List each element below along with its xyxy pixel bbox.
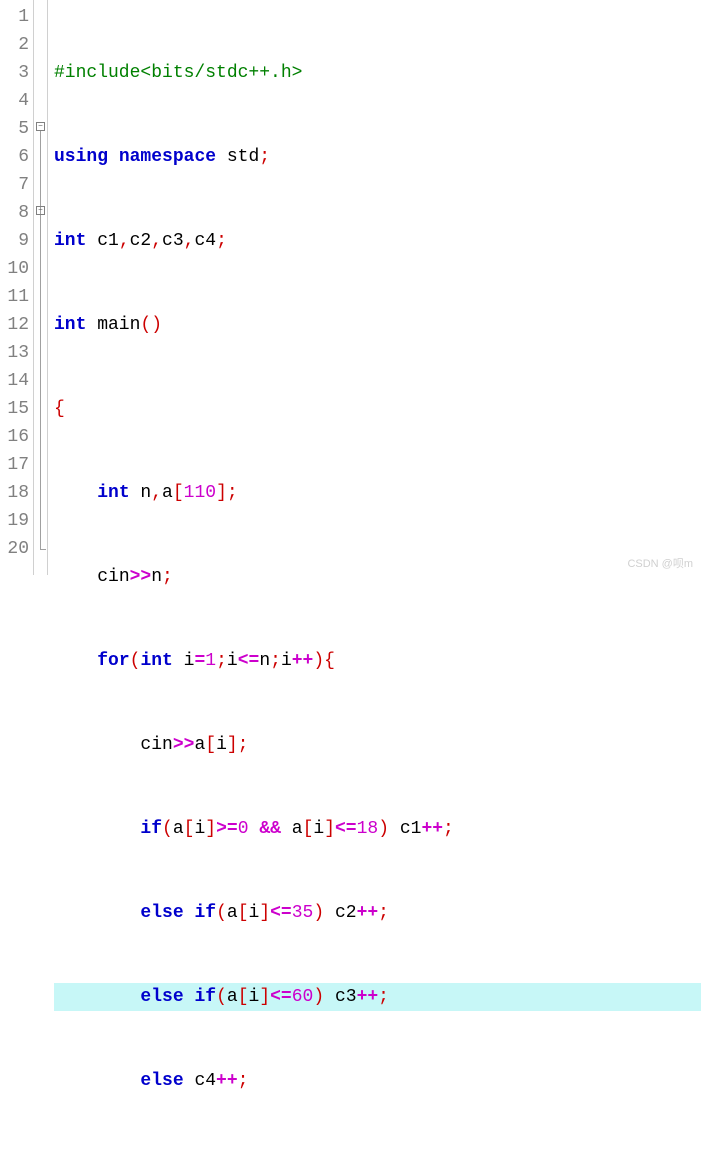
fold-toggle-icon[interactable]: − bbox=[36, 122, 45, 131]
fold-line bbox=[40, 131, 41, 549]
fold-toggle-icon[interactable]: − bbox=[36, 206, 45, 215]
fold-end bbox=[40, 549, 46, 550]
line-number: 3 bbox=[4, 59, 29, 87]
code-line: #include<bits/stdc++.h> bbox=[54, 59, 701, 87]
watermark: CSDN @呗m bbox=[627, 555, 693, 571]
code-line: int n,a[110]; bbox=[54, 479, 701, 507]
line-number: 4 bbox=[4, 87, 29, 115]
line-number: 19 bbox=[4, 507, 29, 535]
line-number: 11 bbox=[4, 283, 29, 311]
line-number: 15 bbox=[4, 395, 29, 423]
code-line: using namespace std; bbox=[54, 143, 701, 171]
code-line: int main() bbox=[54, 311, 701, 339]
line-number: 12 bbox=[4, 311, 29, 339]
code-line: int c1,c2,c3,c4; bbox=[54, 227, 701, 255]
code-line: { bbox=[54, 395, 701, 423]
line-number: 1 bbox=[4, 3, 29, 31]
line-number: 6 bbox=[4, 143, 29, 171]
line-number: 9 bbox=[4, 227, 29, 255]
line-number: 16 bbox=[4, 423, 29, 451]
code-line: cin>>n; bbox=[54, 563, 701, 591]
code-line: if(a[i]>=0 && a[i]<=18) c1++; bbox=[54, 815, 701, 843]
code-line: else if(a[i]<=35) c2++; bbox=[54, 899, 701, 927]
line-number: 5 bbox=[4, 115, 29, 143]
code-line: cin>>a[i]; bbox=[54, 731, 701, 759]
line-number-gutter: 1 2 3 4 5 6 7 8 9 10 11 12 13 14 15 16 1… bbox=[0, 0, 34, 575]
code-line: for(int i=1;i<=n;i++){ bbox=[54, 647, 701, 675]
line-number: 20 bbox=[4, 535, 29, 563]
fold-column: − − bbox=[34, 0, 48, 575]
line-number: 8 bbox=[4, 199, 29, 227]
code-editor: 1 2 3 4 5 6 7 8 9 10 11 12 13 14 15 16 1… bbox=[0, 0, 701, 575]
code-content[interactable]: #include<bits/stdc++.h> using namespace … bbox=[48, 0, 701, 575]
line-number: 17 bbox=[4, 451, 29, 479]
code-line: else c4++; bbox=[54, 1067, 701, 1095]
preprocessor: #include<bits/stdc++.h> bbox=[54, 63, 302, 83]
line-number: 7 bbox=[4, 171, 29, 199]
line-number: 18 bbox=[4, 479, 29, 507]
line-number: 2 bbox=[4, 31, 29, 59]
line-number: 10 bbox=[4, 255, 29, 283]
line-number: 14 bbox=[4, 367, 29, 395]
code-line-highlighted: else if(a[i]<=60) c3++; bbox=[54, 983, 701, 1011]
line-number: 13 bbox=[4, 339, 29, 367]
